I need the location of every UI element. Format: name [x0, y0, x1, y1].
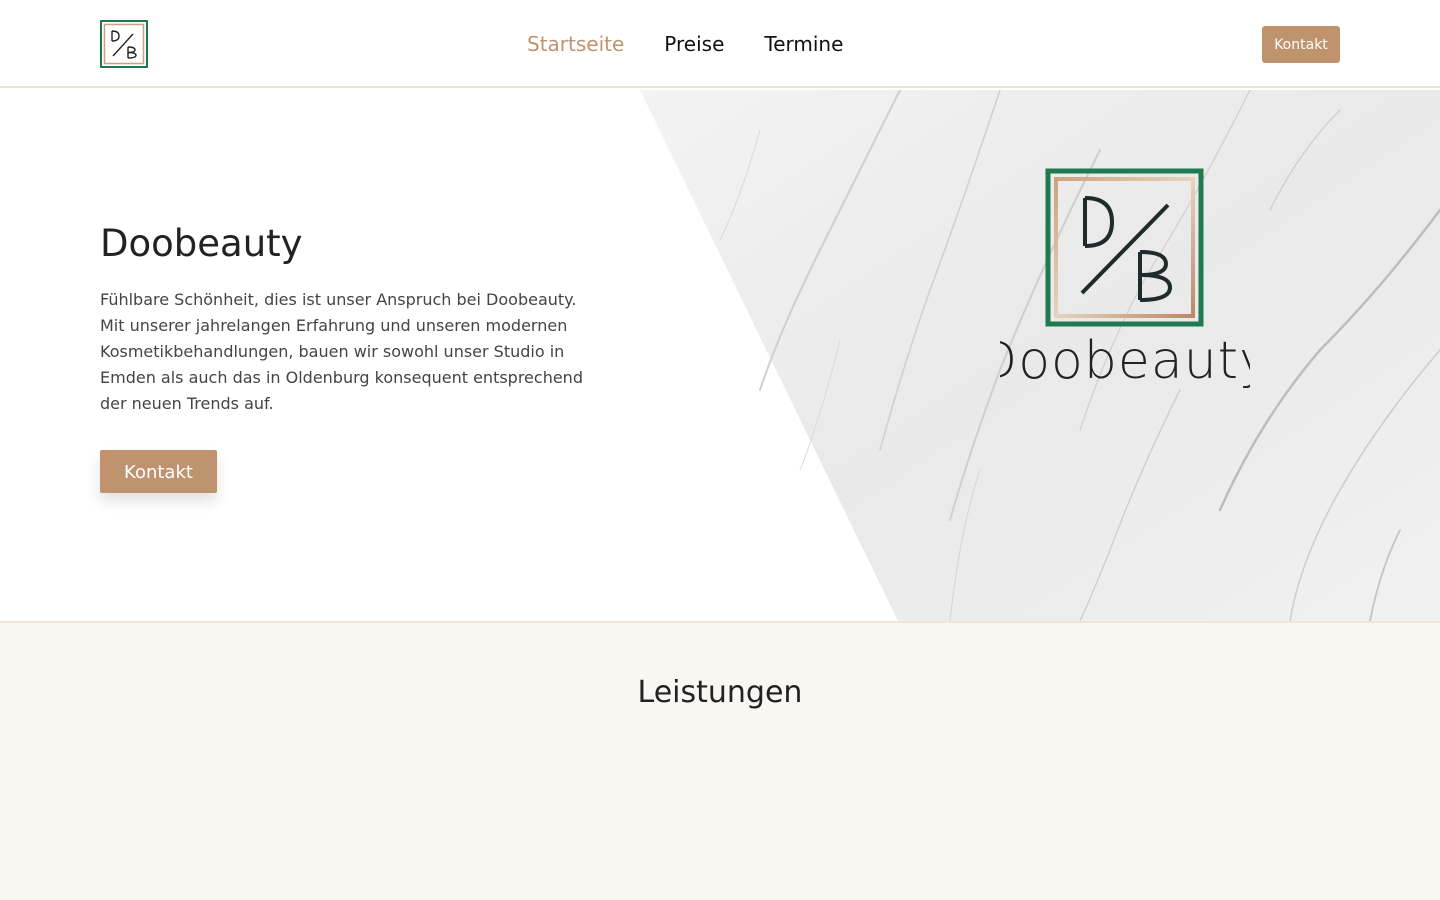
- logo-wordmark: Doobeauty: [1000, 331, 1250, 391]
- nav-item-termine[interactable]: Termine: [744, 0, 863, 88]
- hero-description: Fühlbare Schönheit, dies ist unser Anspr…: [100, 290, 583, 413]
- hero-title: Doobeauty: [100, 222, 303, 265]
- nav-item-preise[interactable]: Preise: [644, 0, 744, 88]
- brand-logo-icon[interactable]: [100, 20, 148, 68]
- services-title: Leistungen: [637, 675, 803, 710]
- hero-section: Doobeauty Fühlbare Schönheit, dies ist u…: [0, 90, 1440, 621]
- site-header: Startseite Preise Termine Kontakt: [0, 0, 1440, 88]
- header-contact-button[interactable]: Kontakt: [1262, 26, 1340, 63]
- hero-contact-button[interactable]: Kontakt: [100, 450, 217, 493]
- nav-item-startseite[interactable]: Startseite: [507, 0, 644, 88]
- services-section: Leistungen: [0, 621, 1440, 900]
- main-nav: Startseite Preise Termine: [507, 0, 863, 88]
- brand-logo-large-icon: Doobeauty: [1000, 168, 1250, 391]
